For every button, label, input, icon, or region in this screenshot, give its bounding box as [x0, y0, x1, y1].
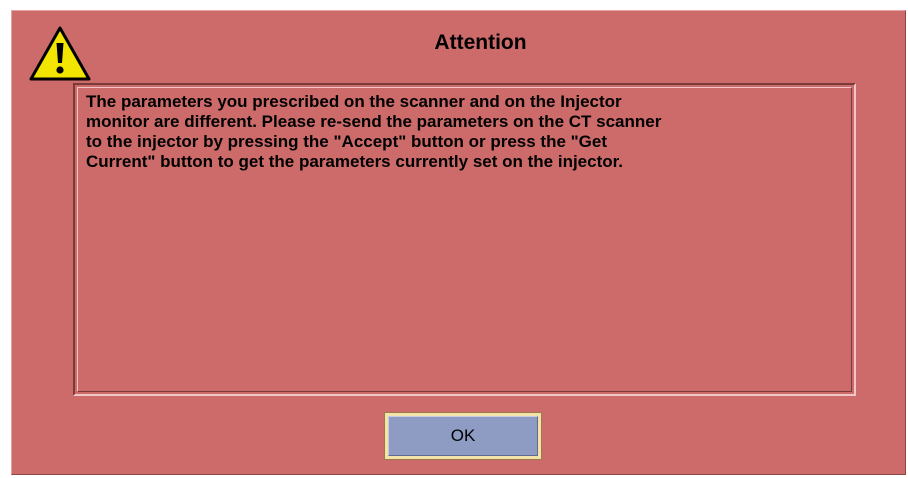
- message-text: The parameters you prescribed on the sca…: [86, 92, 662, 171]
- attention-dialog: Attention The parameters you prescribed …: [11, 10, 906, 475]
- message-box: The parameters you prescribed on the sca…: [73, 83, 856, 396]
- ok-button-label: OK: [388, 416, 538, 456]
- dialog-title: Attention: [434, 31, 527, 54]
- message-panel: The parameters you prescribed on the sca…: [77, 87, 852, 392]
- ok-button[interactable]: OK: [384, 412, 542, 460]
